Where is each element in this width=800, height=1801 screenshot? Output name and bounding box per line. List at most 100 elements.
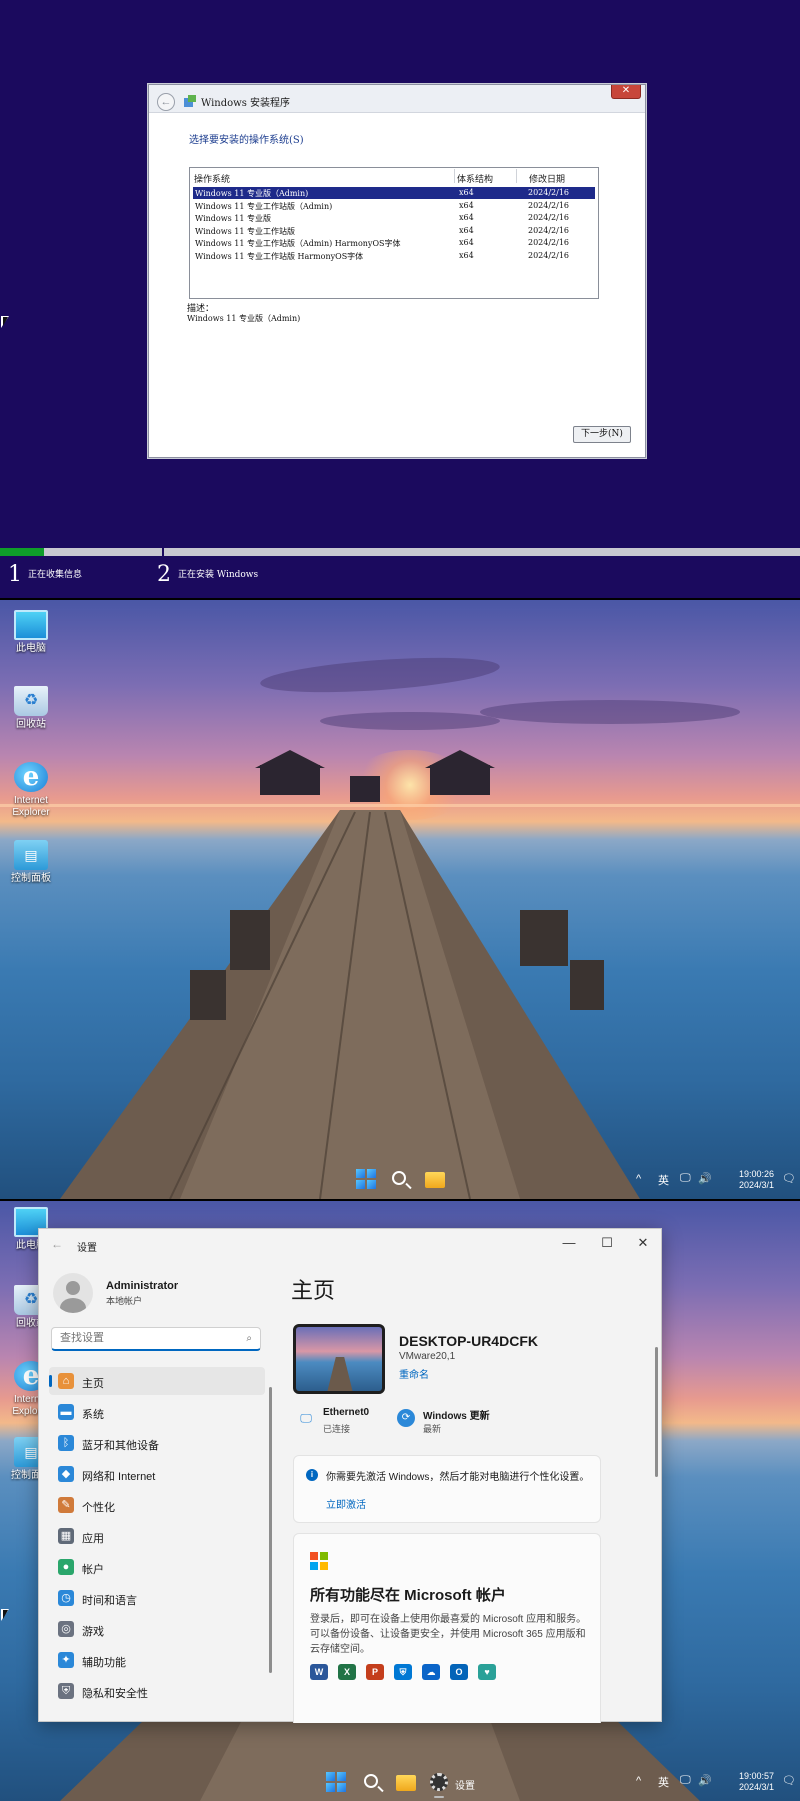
- start-button-windows-icon[interactable]: [356, 1169, 378, 1191]
- sidebar-item-label: 网络和 Internet: [82, 1471, 156, 1483]
- search-box[interactable]: ⌕: [51, 1327, 261, 1351]
- desktop-icon-internet-explorer[interactable]: e Internet Explorer: [6, 762, 56, 819]
- taskbar-settings-label[interactable]: 设置: [455, 1777, 475, 1792]
- sidebar-item-accessibility[interactable]: ✦ 辅助功能: [49, 1646, 265, 1674]
- close-button[interactable]: ✕: [633, 1235, 653, 1251]
- setup-dialog: ← Windows 安装程序 ✕ 选择要安装的操作系统(S) 操作系统 体系结构…: [148, 84, 646, 458]
- setup-window-title: Windows 安装程序: [201, 98, 291, 109]
- maximize-button[interactable]: ☐: [597, 1235, 617, 1251]
- nav-scrollbar[interactable]: [269, 1387, 272, 1673]
- volume-icon[interactable]: 🔊: [698, 1172, 712, 1185]
- ime-indicator[interactable]: 英: [658, 1774, 669, 1790]
- sidebar-item-accounts[interactable]: ● 帐户: [49, 1553, 265, 1581]
- step-1-label: 正在收集信息: [28, 570, 83, 580]
- os-row[interactable]: Windows 11 专业工作站版 x64 2024/2/16: [193, 225, 595, 237]
- time-language-icon: ◷: [58, 1590, 74, 1606]
- clock-time: 19:00:26: [738, 1169, 774, 1179]
- family-icon: ♥: [478, 1664, 496, 1680]
- defender-icon: ⛨: [394, 1664, 412, 1680]
- column-header-arch[interactable]: 体系结构: [457, 172, 493, 185]
- desktop-icon-control-panel[interactable]: ▤ 控制面板: [6, 840, 56, 885]
- clock-date: 2024/3/1: [738, 1782, 774, 1792]
- os-row[interactable]: Windows 11 专业版（Admin) x64 2024/2/16: [193, 187, 595, 199]
- ethernet-icon[interactable]: 🖵: [297, 1409, 315, 1427]
- os-list[interactable]: 操作系统 体系结构 修改日期 Windows 11 专业版（Admin) x64 2…: [189, 167, 599, 299]
- search-icon[interactable]: [364, 1774, 378, 1788]
- os-row[interactable]: Windows 11 专业工作站版 HarmonyOS字体 x64 2024/2/1…: [193, 250, 595, 262]
- activation-card: i 你需要先激活 Windows，然后才能对电脑进行个性化设置。 立即激活: [293, 1455, 601, 1523]
- search-input[interactable]: [60, 1332, 230, 1344]
- desktop-icon-recycle-bin[interactable]: ♻ 回收站: [6, 686, 56, 731]
- sidebar-item-label: 个性化: [82, 1502, 115, 1514]
- settings-titlebar: ← 设置 — ☐ ✕: [39, 1229, 661, 1261]
- start-button-windows-icon[interactable]: [326, 1772, 348, 1794]
- desktop-icon-label: Internet Explorer: [12, 795, 50, 818]
- volume-icon[interactable]: 🔊: [698, 1774, 712, 1787]
- clock[interactable]: 19:00:26 2024/3/1: [728, 1169, 774, 1191]
- notification-icon[interactable]: 🗨: [782, 1774, 796, 1787]
- os-row[interactable]: Windows 11 专业工作站版（Admin) HarmonyOS字体 x64 2…: [193, 237, 595, 249]
- clock[interactable]: 19:00:57 2024/3/1: [728, 1771, 774, 1793]
- sidebar-item-system[interactable]: ▬ 系统: [49, 1398, 265, 1426]
- sidebar-item-privacy[interactable]: ⛨ 隐私和安全性: [49, 1677, 265, 1705]
- sidebar-item-network[interactable]: ◆ 网络和 Internet: [49, 1460, 265, 1488]
- content-scrollbar[interactable]: [655, 1347, 658, 1477]
- rename-link[interactable]: 重命名: [399, 1366, 429, 1381]
- settings-screen: 此电脑 ♻ 回收站 e Internet Explorer ▤ 控制面板 ← 设…: [0, 1201, 800, 1801]
- sidebar-item-home[interactable]: ⌂ 主页: [49, 1367, 265, 1395]
- column-header-date[interactable]: 修改日期: [529, 172, 565, 185]
- file-explorer-icon[interactable]: [425, 1172, 445, 1188]
- back-arrow-icon[interactable]: ←: [51, 1237, 63, 1251]
- os-row-date: 2024/2/16: [528, 225, 570, 235]
- step-1-number: 1: [8, 562, 22, 587]
- this-pc-icon: [14, 610, 48, 640]
- os-row-arch: x64: [459, 200, 474, 210]
- minimize-button[interactable]: —: [559, 1235, 579, 1250]
- system-icon: ▬: [58, 1404, 74, 1420]
- search-icon[interactable]: ⌕: [246, 1333, 252, 1344]
- os-row[interactable]: Windows 11 专业工作站版（Admin) x64 2024/2/16: [193, 200, 595, 212]
- sidebar-item-label: 游戏: [82, 1626, 104, 1638]
- network-icon[interactable]: 🖵: [680, 1172, 691, 1185]
- settings-gear-icon[interactable]: [430, 1773, 448, 1791]
- desktop-icon-this-pc[interactable]: 此电脑: [6, 610, 56, 655]
- sidebar-item-apps[interactable]: ▦ 应用: [49, 1522, 265, 1550]
- word-icon: W: [310, 1664, 328, 1680]
- chevron-up-icon[interactable]: ^: [636, 1775, 641, 1787]
- back-arrow-icon[interactable]: ←: [157, 93, 175, 111]
- accounts-icon: ●: [58, 1559, 74, 1575]
- os-row[interactable]: Windows 11 专业版 x64 2024/2/16: [193, 212, 595, 224]
- bluetooth-icon: ᛒ: [58, 1435, 74, 1451]
- os-row-date: 2024/2/16: [528, 213, 570, 222]
- device-name: DESKTOP-UR4DCFK: [399, 1333, 538, 1349]
- activate-now-link[interactable]: 立即激活: [326, 1496, 366, 1511]
- settings-window-title: 设置: [77, 1243, 97, 1254]
- search-icon[interactable]: [392, 1171, 406, 1185]
- sidebar-item-personalization[interactable]: ✎ 个性化: [49, 1491, 265, 1519]
- internet-explorer-icon: e: [14, 762, 48, 792]
- powerpoint-icon: P: [366, 1664, 384, 1680]
- network-icon[interactable]: 🖵: [680, 1774, 691, 1787]
- next-button[interactable]: 下一步(N): [573, 426, 631, 443]
- clock-time: 19:00:57: [738, 1771, 774, 1781]
- file-explorer-icon[interactable]: [396, 1775, 416, 1791]
- ime-indicator[interactable]: 英: [658, 1172, 669, 1188]
- info-icon: i: [306, 1469, 318, 1481]
- os-row-os: Windows 11 专业版（Admin): [195, 189, 309, 198]
- windows-setup-screen: ← Windows 安装程序 ✕ 选择要安装的操作系统(S) 操作系统 体系结构…: [0, 0, 800, 598]
- activation-message: 你需要先激活 Windows，然后才能对电脑进行个性化设置。: [326, 1472, 590, 1483]
- network-status-title[interactable]: Ethernet0: [323, 1407, 369, 1418]
- column-header-os[interactable]: 操作系统: [194, 172, 230, 185]
- close-icon[interactable]: ✕: [611, 85, 641, 99]
- avatar[interactable]: [53, 1273, 93, 1313]
- os-row-os: Windows 11 专业工作站版: [195, 226, 295, 236]
- sidebar-item-gaming[interactable]: ◎ 游戏: [49, 1615, 265, 1643]
- sidebar-item-time-language[interactable]: ◷ 时间和语言: [49, 1584, 265, 1612]
- update-status-title[interactable]: Windows 更新: [423, 1407, 490, 1422]
- sidebar-item-bluetooth[interactable]: ᛒ 蓝牙和其他设备: [49, 1429, 265, 1457]
- notification-icon[interactable]: 🗨: [782, 1172, 796, 1185]
- chevron-up-icon[interactable]: ^: [636, 1173, 641, 1185]
- windows-update-icon[interactable]: ⟳: [397, 1409, 415, 1427]
- control-panel-icon: ▤: [14, 840, 48, 870]
- os-row-os: Windows 11 专业工作站版 HarmonyOS字体: [195, 251, 364, 261]
